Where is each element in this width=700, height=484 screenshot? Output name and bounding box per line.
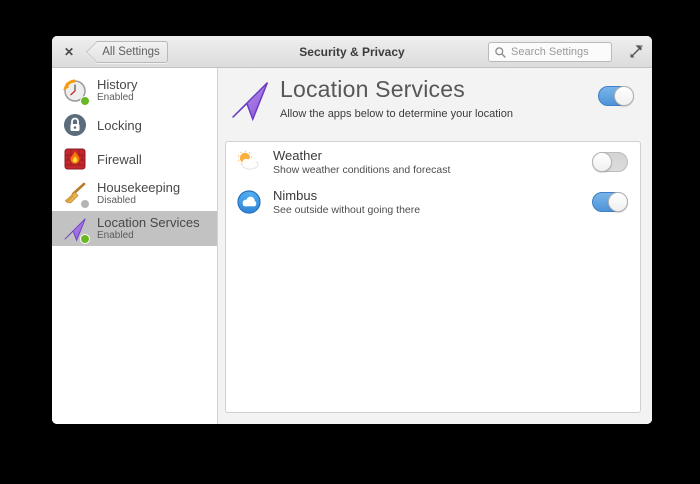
history-clock-icon — [62, 78, 88, 104]
disabled-status-dot — [80, 199, 90, 209]
blue-cloud-icon — [236, 189, 262, 215]
sidebar-item-label: History — [97, 77, 137, 92]
enabled-status-dot — [80, 96, 90, 106]
content-area: History Enabled Locking Firewall — [52, 68, 652, 424]
sidebar-item-housekeeping[interactable]: Housekeeping Disabled — [52, 176, 217, 211]
toggle-knob — [592, 152, 612, 172]
main-pane: Location Services Allow the apps below t… — [218, 68, 652, 424]
sidebar-item-history[interactable]: History Enabled — [52, 73, 217, 108]
sidebar-item-location-services[interactable]: Location Services Enabled — [52, 211, 217, 246]
search-field[interactable] — [488, 42, 612, 62]
location-services-header: Location Services Allow the apps below t… — [228, 76, 634, 130]
app-description: See outside without going there — [273, 204, 581, 217]
sidebar-item-label: Location Services — [97, 215, 200, 230]
enabled-status-dot — [80, 234, 90, 244]
settings-window: ✕ All Settings Security & Privacy Histor… — [52, 36, 652, 424]
back-button-label: All Settings — [87, 42, 167, 62]
app-description: Show weather conditions and forecast — [273, 164, 581, 177]
sidebar-item-firewall[interactable]: Firewall — [52, 142, 217, 176]
app-row-nimbus: Nimbus See outside without going there — [226, 182, 640, 222]
toggle-knob — [608, 192, 628, 212]
search-input[interactable] — [511, 46, 603, 58]
sidebar-item-label: Locking — [97, 118, 142, 133]
sun-cloud-icon — [236, 149, 262, 175]
page-subtitle: Allow the apps below to determine your l… — [280, 108, 513, 120]
location-arrow-icon — [228, 78, 272, 122]
app-name: Weather — [273, 148, 581, 164]
sidebar-item-label: Housekeeping — [97, 180, 180, 195]
sidebar: History Enabled Locking Firewall — [52, 68, 218, 424]
app-row-weather: Weather Show weather conditions and fore… — [226, 142, 640, 182]
toggle-knob — [614, 86, 634, 106]
apps-list-card: Weather Show weather conditions and fore… — [225, 141, 641, 413]
sidebar-item-status: Enabled — [97, 92, 137, 104]
maximize-icon[interactable] — [628, 44, 644, 60]
sidebar-item-status: Disabled — [97, 195, 180, 207]
app-name: Nimbus — [273, 188, 581, 204]
sidebar-item-status: Enabled — [97, 230, 200, 242]
location-services-master-toggle[interactable] — [598, 86, 634, 106]
location-arrow-icon — [62, 216, 88, 242]
padlock-icon — [62, 112, 88, 138]
sidebar-item-label: Firewall — [97, 152, 142, 167]
page-title: Location Services — [280, 76, 513, 103]
search-icon — [494, 46, 507, 59]
sidebar-item-locking[interactable]: Locking — [52, 108, 217, 142]
nimbus-toggle[interactable] — [592, 192, 628, 212]
close-icon[interactable]: ✕ — [60, 43, 78, 61]
broom-icon — [62, 181, 88, 207]
firewall-flame-icon — [62, 146, 88, 172]
titlebar[interactable]: ✕ All Settings Security & Privacy — [52, 36, 652, 68]
weather-toggle[interactable] — [592, 152, 628, 172]
all-settings-back-button[interactable]: All Settings — [86, 41, 168, 63]
